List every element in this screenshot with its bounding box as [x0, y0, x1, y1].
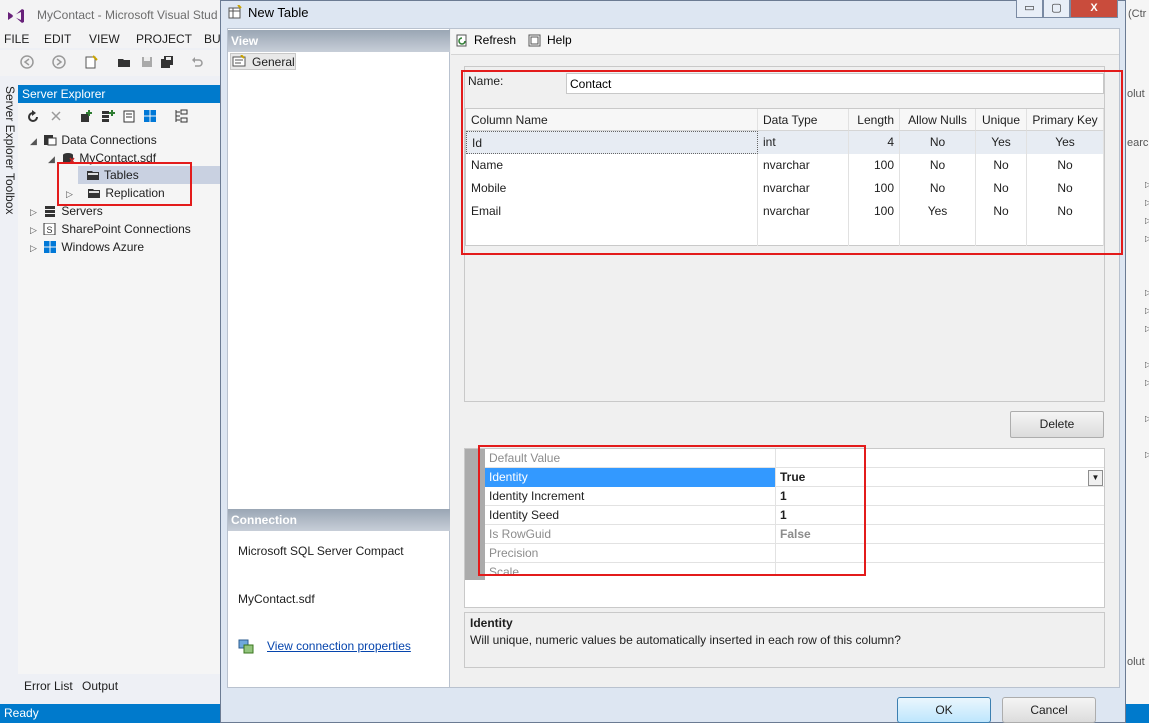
save-icon[interactable] [140, 55, 154, 69]
collapsed-arrow-icon: ▷ [1145, 288, 1149, 297]
collapsed-arrow-icon: ▷ [1145, 450, 1149, 459]
properties-icon[interactable] [174, 109, 188, 123]
window-title: MyContact - Microsoft Visual Stud [37, 8, 218, 22]
dialog-title: New Table [248, 5, 309, 20]
menu-edit[interactable]: EDIT [44, 32, 71, 46]
minimize-button[interactable]: ▭ [1016, 0, 1043, 18]
property-description-title: Identity [470, 616, 513, 630]
window-controls: ▭ ▢ X [1016, 0, 1118, 18]
data-connections-icon [44, 135, 57, 146]
menu-build[interactable]: BU [204, 32, 221, 46]
collapsed-arrow-icon[interactable]: ▷ [30, 239, 40, 257]
back-icon[interactable] [20, 55, 34, 69]
dialog-left-pane [228, 29, 450, 687]
refresh-button[interactable]: Refresh [474, 33, 516, 47]
expanded-arrow-icon[interactable]: ◢ [30, 132, 40, 150]
tab-toolbox[interactable]: Toolbox [3, 173, 17, 214]
close-button[interactable]: X [1070, 0, 1118, 18]
collapsed-arrow-icon[interactable]: ▷ [30, 221, 40, 239]
connect-server-icon[interactable] [100, 109, 116, 123]
view-header: View [228, 30, 450, 52]
property-description: Identity Will unique, numeric values be … [464, 612, 1105, 668]
connection-header: Connection [228, 509, 450, 531]
menu-view[interactable]: VIEW [89, 32, 120, 46]
collapsed-arrow-icon: ▷ [1145, 378, 1149, 387]
tree-item-data-connections[interactable]: ◢ Data Connections [30, 131, 157, 149]
new-table-icon [228, 5, 242, 19]
stop-icon[interactable] [50, 110, 62, 122]
property-description-text: Will unique, numeric values be automatic… [470, 633, 901, 647]
tree-item-label: Windows Azure [61, 240, 145, 254]
help-button[interactable]: Help [547, 33, 572, 47]
forward-icon[interactable] [52, 55, 66, 69]
collapsed-arrow-icon: ▷ [1145, 414, 1149, 423]
tab-server-explorer[interactable]: Server Explorer [3, 86, 17, 169]
tree-item-label: Servers [61, 204, 103, 218]
annotation-box-identity [478, 445, 866, 576]
chevron-down-icon[interactable]: ▼ [1088, 470, 1103, 486]
tree-item-label: Data Connections [61, 133, 157, 147]
annotation-box-tables [57, 162, 192, 206]
collapsed-arrow-icon: ▷ [1145, 180, 1149, 189]
cancel-button[interactable]: Cancel [1002, 697, 1096, 723]
ok-button[interactable]: OK [897, 697, 991, 723]
windows-azure-icon [44, 241, 57, 253]
new-project-icon[interactable] [84, 55, 98, 69]
sharepoint-connect-icon[interactable] [122, 109, 136, 123]
solution-explorer-edge [1126, 0, 1149, 704]
tab-output[interactable]: Output [82, 679, 118, 693]
tree-item-sharepoint-connections[interactable]: ▷ S SharePoint Connections [30, 220, 191, 238]
collapsed-arrow-icon: ▷ [1145, 198, 1149, 207]
collapsed-arrow-icon: ▷ [1145, 324, 1149, 333]
open-file-icon[interactable] [117, 55, 131, 69]
menu-project[interactable]: PROJECT [136, 32, 192, 46]
collapsed-arrow-icon: ▷ [1145, 306, 1149, 315]
collapsed-arrow-icon: ▷ [1145, 234, 1149, 243]
windows-azure-icon[interactable] [143, 109, 157, 123]
connection-properties-icon [238, 639, 254, 654]
delete-button[interactable]: Delete [1010, 411, 1104, 438]
sharepoint-icon: S [43, 223, 56, 235]
search-fragment: earc [1127, 137, 1149, 149]
refresh-icon [456, 34, 467, 47]
collapsed-arrow-icon[interactable]: ▷ [30, 203, 40, 221]
connect-database-icon[interactable] [78, 109, 94, 123]
help-icon [528, 34, 541, 47]
tree-item-windows-azure[interactable]: ▷ Windows Azure [30, 238, 144, 256]
server-explorer-toolbar [18, 103, 220, 129]
svg-text:S: S [47, 225, 53, 235]
quick-launch-fragment: (Ctr [1128, 8, 1147, 20]
solution-explorer-fragment: olut [1127, 88, 1145, 100]
undo-icon[interactable] [190, 55, 204, 69]
connection-provider: Microsoft SQL Server Compact [238, 544, 404, 558]
solution-explorer-tab-fragment: olut [1127, 656, 1145, 668]
visual-studio-logo-icon [8, 9, 24, 23]
tree-item-label: SharePoint Connections [61, 222, 191, 236]
servers-icon [45, 206, 56, 217]
maximize-button[interactable]: ▢ [1043, 0, 1070, 18]
view-connection-properties-link[interactable]: View connection properties [267, 639, 411, 653]
collapsed-arrow-icon: ▷ [1145, 216, 1149, 225]
annotation-box-columns [461, 70, 1123, 255]
server-explorer-header: Server Explorer [18, 85, 220, 103]
save-all-icon[interactable] [160, 55, 174, 69]
connection-file: MyContact.sdf [238, 592, 315, 606]
general-page-icon [232, 55, 246, 67]
menu-file[interactable]: FILE [4, 32, 29, 46]
refresh-icon[interactable] [26, 110, 40, 124]
tab-error-list[interactable]: Error List [24, 679, 73, 693]
collapsed-arrow-icon: ▷ [1145, 360, 1149, 369]
